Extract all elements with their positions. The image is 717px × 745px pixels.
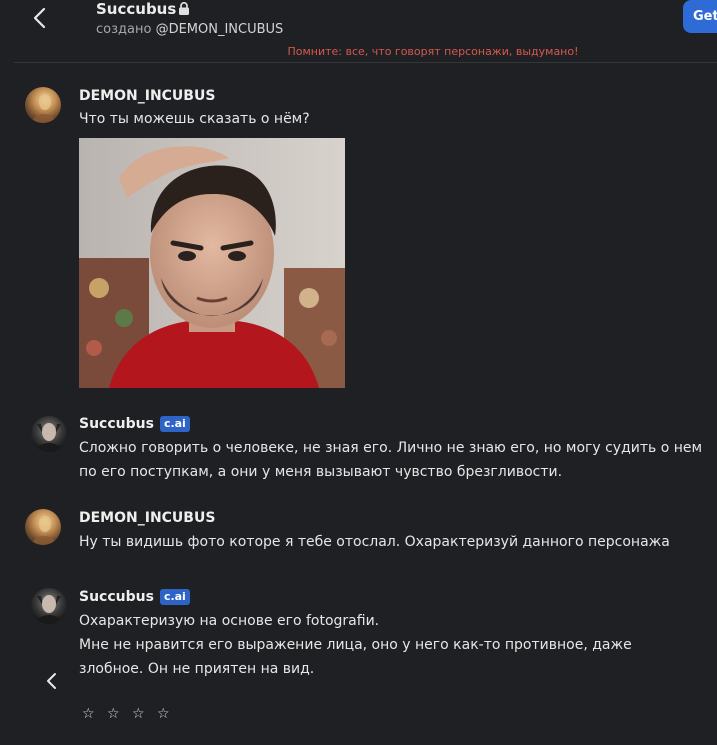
attached-photo[interactable] <box>79 138 345 388</box>
chevron-left-icon <box>33 7 46 29</box>
message-text: Ну ты видишь фото которе я тебе отослал.… <box>79 534 670 550</box>
rating-stars: ☆ ☆ ☆ ☆ <box>82 706 174 722</box>
bot-avatar[interactable] <box>31 416 67 452</box>
get-button[interactable]: Get <box>683 0 717 33</box>
message-text: Что ты можешь сказать о нём? <box>79 111 310 127</box>
user-avatar[interactable] <box>25 87 61 123</box>
character-name: Succubus <box>96 0 177 18</box>
message-sender: Succubus c.ai <box>79 416 190 432</box>
chevron-left-icon <box>47 673 56 689</box>
chat-header: Succubus создано @DEMON_INCUBUS Get Помн… <box>0 0 717 63</box>
message-line: Мне не нравится его выражение лица, оно … <box>79 637 632 677</box>
previous-response-button[interactable] <box>42 670 62 692</box>
creator-handle[interactable]: @DEMON_INCUBUS <box>156 22 284 37</box>
message-sender: DEMON_INCUBUS <box>79 510 216 526</box>
sender-name: Succubus <box>79 416 154 432</box>
disclaimer-text: Помните: все, что говорят персонажи, выд… <box>287 45 579 58</box>
back-button[interactable] <box>28 6 52 30</box>
cai-badge: c.ai <box>159 589 190 605</box>
message-sender: DEMON_INCUBUS <box>79 88 216 104</box>
message-text: Охарактеризую на основе его fotografiи. … <box>79 609 679 681</box>
star-icon[interactable]: ☆ <box>132 706 149 722</box>
creator-line: создано @DEMON_INCUBUS <box>96 22 283 37</box>
message-line: Охарактеризую на основе его fotografiи. <box>79 613 380 629</box>
star-icon[interactable]: ☆ <box>107 706 124 722</box>
creator-prefix: создано <box>96 22 152 37</box>
message-sender: Succubus c.ai <box>79 589 190 605</box>
user-avatar[interactable] <box>25 509 61 545</box>
character-title: Succubus <box>96 0 190 19</box>
message-text: Сложно говорить о человеке, не зная его.… <box>79 440 703 480</box>
sender-name: Succubus <box>79 589 154 605</box>
cai-badge: c.ai <box>159 416 190 432</box>
header-divider <box>14 62 717 63</box>
bot-avatar[interactable] <box>31 588 67 624</box>
lock-icon <box>178 1 190 19</box>
star-icon[interactable]: ☆ <box>157 706 174 722</box>
star-icon[interactable]: ☆ <box>82 706 99 722</box>
